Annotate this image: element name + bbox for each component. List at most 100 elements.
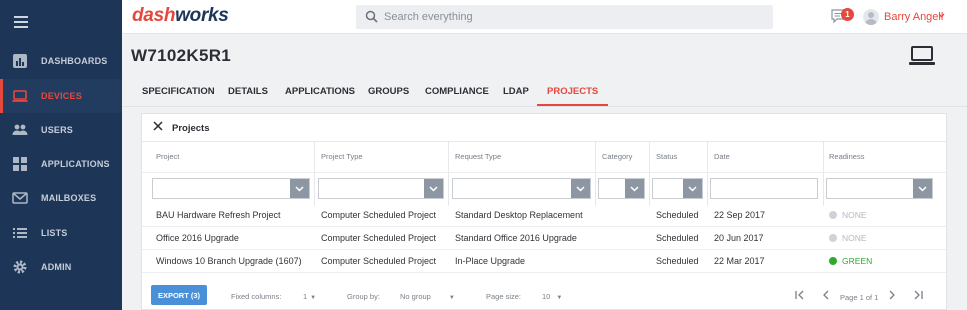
column-divider: [823, 142, 824, 206]
next-page-icon[interactable]: [886, 289, 898, 301]
tab-ldap[interactable]: LDAP: [503, 80, 529, 106]
column-header-project[interactable]: Project: [156, 152, 179, 161]
tab-specification[interactable]: SPECIFICATION: [142, 80, 215, 106]
cell-date: 22 Sep 2017: [714, 210, 766, 220]
close-icon[interactable]: [153, 121, 163, 131]
sidebar-item-applications[interactable]: APPLICATIONS: [0, 147, 122, 181]
group-by-label: Group by:: [347, 292, 380, 301]
chevron-down-icon: [576, 186, 585, 192]
column-header-request-type[interactable]: Request Type: [455, 152, 501, 161]
cell-status: Scheduled: [656, 210, 699, 220]
first-page-icon[interactable]: [794, 289, 806, 301]
chevron-down-icon[interactable]: [938, 12, 945, 19]
page-size-select[interactable]: 10 ▼: [542, 292, 562, 301]
cell-request-type: Standard Office 2016 Upgrade: [455, 233, 577, 243]
sidebar-item-dashboards[interactable]: DASHBOARDS: [0, 44, 122, 78]
gear-icon: [13, 260, 27, 274]
user-avatar-icon: [865, 12, 877, 25]
column-header-date[interactable]: Date: [714, 152, 730, 161]
fixed-columns-label: Fixed columns:: [231, 292, 282, 301]
caret-down-icon: ▼: [310, 295, 317, 301]
panel-title: Projects: [172, 123, 210, 134]
chevron-down-icon: [295, 186, 304, 192]
sidebar-item-label: USERS: [41, 125, 74, 135]
table-row[interactable]: BAU Hardware Refresh Project Computer Sc…: [142, 204, 946, 227]
column-header-category[interactable]: Category: [602, 152, 632, 161]
tab-groups[interactable]: GROUPS: [368, 80, 409, 106]
cell-project-type: Computer Scheduled Project: [321, 256, 437, 266]
dropdown-button[interactable]: [424, 179, 443, 198]
dropdown-button[interactable]: [290, 179, 309, 198]
column-header-readiness[interactable]: Readiness: [829, 152, 864, 161]
sidebar: DASHBOARDS DEVICES USERS APPLICATIONS MA…: [0, 0, 122, 310]
sidebar-item-admin[interactable]: ADMIN: [0, 250, 122, 284]
notification-badge[interactable]: 1: [841, 8, 854, 21]
sidebar-item-label: LISTS: [41, 228, 68, 238]
column-header-status[interactable]: Status: [656, 152, 677, 161]
filter-status[interactable]: [652, 178, 703, 199]
last-page-icon[interactable]: [912, 289, 924, 301]
dropdown-button[interactable]: [683, 179, 702, 198]
laptop-icon: [12, 90, 28, 102]
page-title: W7102K5R1: [131, 46, 232, 65]
apps-icon: [13, 157, 27, 171]
panel-header: Projects: [142, 114, 946, 142]
cell-project: Windows 10 Branch Upgrade (1607): [156, 256, 302, 266]
table-row[interactable]: Office 2016 Upgrade Computer Scheduled P…: [142, 227, 946, 250]
sidebar-item-label: DASHBOARDS: [41, 56, 108, 66]
fixed-columns-select[interactable]: 1 ▼: [303, 292, 316, 301]
tab-compliance[interactable]: COMPLIANCE: [425, 80, 489, 106]
filter-readiness[interactable]: [826, 178, 933, 199]
sidebar-item-label: ADMIN: [41, 262, 72, 272]
tabs-divider: [122, 106, 967, 107]
filter-request-type[interactable]: [452, 178, 591, 199]
user-name[interactable]: Barry Angell: [884, 11, 943, 23]
hamburger-menu-icon[interactable]: [14, 16, 28, 28]
table-row[interactable]: Windows 10 Branch Upgrade (1607) Compute…: [142, 250, 946, 273]
laptop-icon: [909, 46, 935, 65]
cell-readiness: NONE: [829, 233, 867, 243]
cell-project: Office 2016 Upgrade: [156, 233, 239, 243]
sidebar-item-lists[interactable]: LISTS: [0, 216, 122, 250]
filter-project[interactable]: [152, 178, 310, 199]
filter-date[interactable]: [710, 178, 818, 199]
cell-readiness: GREEN: [829, 256, 872, 266]
column-header-project-type[interactable]: Project Type: [321, 152, 363, 161]
group-by-select[interactable]: No group ▼: [400, 292, 455, 301]
cell-request-type: Standard Desktop Replacement: [455, 210, 583, 220]
pagination-info: Page 1 of 1: [840, 293, 879, 302]
search-input[interactable]: [384, 9, 764, 25]
page-size-label: Page size:: [486, 292, 522, 301]
dropdown-button[interactable]: [571, 179, 590, 198]
dropdown-button[interactable]: [625, 179, 644, 198]
readiness-dot-icon: [829, 257, 837, 265]
cell-status: Scheduled: [656, 256, 699, 266]
export-button[interactable]: EXPORT (3): [151, 285, 207, 305]
dashworks-logo[interactable]: dashworks: [132, 5, 229, 27]
sidebar-item-label: DEVICES: [41, 91, 82, 101]
header-divider: [142, 172, 946, 173]
sidebar-item-mailboxes[interactable]: MAILBOXES: [0, 181, 122, 215]
sidebar-item-label: APPLICATIONS: [41, 159, 110, 169]
avatar[interactable]: [863, 9, 879, 25]
tab-projects[interactable]: PROJECTS: [537, 80, 609, 106]
sidebar-item-users[interactable]: USERS: [0, 113, 122, 147]
chevron-down-icon: [688, 186, 697, 192]
sidebar-item-devices[interactable]: DEVICES: [0, 79, 122, 113]
tab-applications[interactable]: APPLICATIONS: [285, 80, 355, 106]
previous-page-icon[interactable]: [820, 289, 832, 301]
tab-details[interactable]: DETAILS: [228, 80, 268, 106]
projects-panel: Projects Project Project Type Request Ty…: [141, 113, 947, 310]
column-divider: [649, 142, 650, 206]
search-box: [356, 5, 773, 29]
dropdown-button[interactable]: [913, 179, 932, 198]
filter-project-type[interactable]: [318, 178, 444, 199]
cell-project-type: Computer Scheduled Project: [321, 210, 437, 220]
chevron-down-icon: [918, 186, 927, 192]
filter-category[interactable]: [598, 178, 645, 199]
sidebar-item-label: MAILBOXES: [41, 193, 97, 203]
cell-project: BAU Hardware Refresh Project: [156, 210, 281, 220]
readiness-dot-icon: [829, 211, 837, 219]
cell-readiness: NONE: [829, 210, 867, 220]
column-divider: [448, 142, 449, 206]
